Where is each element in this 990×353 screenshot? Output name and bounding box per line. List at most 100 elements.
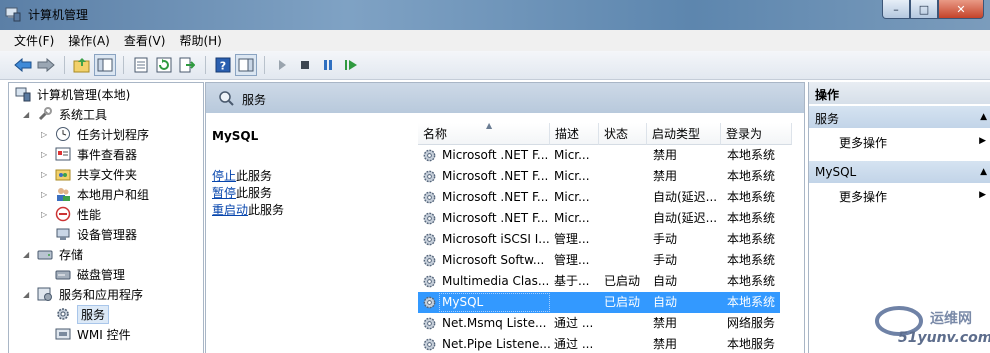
- service-startup-type-cell: 禁用: [653, 316, 678, 330]
- tree-label: 任务计划程序: [77, 127, 150, 142]
- tree-item-services[interactable]: 服务: [55, 304, 110, 324]
- table-row[interactable]: Microsoft .NET F... Micr... 自动(延迟... 本地系统: [418, 208, 780, 229]
- table-row[interactable]: Microsoft .NET F... Micr... 自动(延迟... 本地系统: [418, 187, 780, 208]
- show-hide-action-pane-icon[interactable]: [235, 54, 257, 76]
- collapsed-arrow-icon[interactable]: ▷: [41, 130, 51, 139]
- column-header-startup-type[interactable]: 启动类型: [647, 123, 721, 145]
- disk-icon: [55, 266, 71, 282]
- menu-help[interactable]: 帮助(H): [179, 32, 221, 49]
- column-header-name[interactable]: ▲ 名称: [418, 121, 550, 145]
- service-gear-icon: [423, 296, 436, 309]
- restart-service-icon[interactable]: [340, 54, 362, 76]
- storage-icon: [37, 246, 53, 262]
- minimize-button[interactable]: –: [882, 0, 910, 19]
- collapsed-arrow-icon[interactable]: ▷: [41, 190, 51, 199]
- tree-item-services-and-apps[interactable]: ◢ 服务和应用程序: [23, 284, 143, 304]
- collapse-icon[interactable]: ▲: [980, 167, 987, 177]
- services-gear-icon: [55, 306, 71, 322]
- tree-item-event-viewer[interactable]: ▷ 事件查看器: [41, 144, 137, 164]
- service-logon-cell: 本地服务: [727, 337, 776, 351]
- table-row[interactable]: MySQL 已启动 自动 本地系统: [418, 292, 780, 313]
- service-name-cell: Microsoft Softw...: [442, 253, 545, 267]
- show-hide-console-tree-icon[interactable]: [94, 54, 116, 76]
- tree-item-storage[interactable]: ◢ 存储: [23, 244, 83, 264]
- table-row[interactable]: Multimedia Clas... 基于... 已启动 自动 本地系统: [418, 271, 780, 292]
- collapsed-arrow-icon[interactable]: ▷: [41, 170, 51, 179]
- tree-item-local-users-groups[interactable]: ▷ 本地用户和组: [41, 184, 149, 204]
- service-status-cell: [604, 334, 648, 353]
- menu-action[interactable]: 操作(A): [68, 32, 110, 49]
- close-button[interactable]: ✕: [938, 0, 984, 19]
- service-logon-cell: 本地系统: [727, 169, 776, 183]
- service-description-cell: Micr...: [554, 169, 590, 183]
- submenu-arrow-icon[interactable]: ▶: [979, 190, 986, 200]
- maximize-button[interactable]: □: [910, 0, 938, 19]
- services-list: ▲ 名称 描述 状态 启动类型 登录为 Microsoft .NET F... M…: [418, 121, 794, 353]
- help-icon[interactable]: ?: [212, 54, 234, 76]
- forward-arrow-icon[interactable]: [35, 54, 57, 76]
- actions-section-mysql[interactable]: MySQL ▲: [809, 161, 990, 183]
- services-apps-icon: [37, 286, 53, 302]
- more-actions-services[interactable]: 更多操作: [839, 134, 887, 151]
- start-service-icon[interactable]: [271, 54, 293, 76]
- service-description-cell: 基于...: [554, 274, 590, 288]
- refresh-icon[interactable]: [153, 54, 175, 76]
- tree-item-device-manager[interactable]: 设备管理器: [55, 224, 137, 244]
- service-name-cell: Net.Msmq Liste...: [442, 316, 547, 330]
- properties-icon[interactable]: [130, 54, 152, 76]
- pause-service-link[interactable]: 暂停: [212, 186, 236, 200]
- stop-service-link[interactable]: 停止: [212, 169, 236, 183]
- restart-service-link[interactable]: 重启动: [212, 203, 248, 217]
- service-startup-type-cell: 禁用: [653, 148, 678, 162]
- menu-file[interactable]: 文件(F): [14, 32, 54, 49]
- service-name-cell: Net.Pipe Listene...: [442, 337, 550, 351]
- tree-label: 存储: [59, 247, 84, 262]
- submenu-arrow-icon[interactable]: ▶: [979, 136, 986, 146]
- collapse-icon[interactable]: ▲: [980, 112, 987, 122]
- tree-item-performance[interactable]: ▷ 性能: [41, 204, 101, 224]
- tree-item-task-scheduler[interactable]: ▷ 任务计划程序: [41, 124, 149, 144]
- tree-label: 设备管理器: [77, 227, 138, 242]
- tree-item-shared-folders[interactable]: ▷ 共享文件夹: [41, 164, 137, 184]
- service-logon-cell: 本地系统: [727, 274, 776, 288]
- service-name-cell: Microsoft iSCSI I...: [442, 232, 550, 246]
- tree-item-disk-management[interactable]: 磁盘管理: [55, 264, 125, 284]
- column-header-status[interactable]: 状态: [599, 123, 647, 145]
- menu-bar: 文件(F) 操作(A) 查看(V) 帮助(H): [0, 30, 990, 51]
- up-folder-icon[interactable]: [71, 54, 93, 76]
- watermark: 运维网 51yunv.com: [870, 300, 990, 353]
- pause-service-icon[interactable]: [317, 54, 339, 76]
- export-list-icon[interactable]: [176, 54, 198, 76]
- table-row[interactable]: Microsoft .NET F... Micr... 禁用 本地系统: [418, 145, 780, 166]
- back-arrow-icon[interactable]: [12, 54, 34, 76]
- table-row[interactable]: Microsoft Softw... 管理... 手动 本地系统: [418, 250, 780, 271]
- expanded-arrow-icon[interactable]: ◢: [23, 290, 33, 299]
- menu-view[interactable]: 查看(V): [124, 32, 166, 49]
- table-row[interactable]: Microsoft iSCSI I... 管理... 手动 本地系统: [418, 229, 780, 250]
- tree-label: WMI 控件: [77, 327, 131, 342]
- table-row[interactable]: Net.Pipe Listene... 通过 ... 禁用 本地服务: [418, 334, 780, 353]
- wmi-icon: [55, 326, 71, 342]
- column-label: 启动类型: [652, 127, 701, 141]
- expanded-arrow-icon[interactable]: ◢: [23, 110, 33, 119]
- column-label: 名称: [423, 127, 448, 141]
- actions-section-services[interactable]: 服务 ▲: [809, 106, 990, 128]
- collapsed-arrow-icon[interactable]: ▷: [41, 150, 51, 159]
- service-startup-type-cell: 禁用: [653, 337, 678, 351]
- watermark-line2: 51yunv.com: [898, 330, 990, 346]
- collapsed-arrow-icon[interactable]: ▷: [41, 210, 51, 219]
- table-row[interactable]: Net.Msmq Liste... 通过 ... 禁用 网络服务: [418, 313, 780, 334]
- tree-item-system-tools[interactable]: ◢ 系统工具: [23, 104, 107, 124]
- stop-service-icon[interactable]: [294, 54, 316, 76]
- table-row[interactable]: Microsoft .NET F... Micr... 禁用 本地系统: [418, 166, 780, 187]
- column-header-description[interactable]: 描述: [550, 123, 599, 145]
- column-label: 描述: [555, 127, 580, 141]
- service-gear-icon: [423, 191, 436, 204]
- service-startup-type-cell: 禁用: [653, 169, 678, 183]
- column-header-log-on-as[interactable]: 登录为: [721, 123, 792, 145]
- service-logon-cell: 本地系统: [727, 190, 776, 204]
- expanded-arrow-icon[interactable]: ◢: [23, 250, 33, 259]
- tree-root[interactable]: 计算机管理(本地): [15, 84, 130, 104]
- tree-item-wmi-control[interactable]: WMI 控件: [55, 324, 131, 344]
- more-actions-mysql[interactable]: 更多操作: [839, 188, 887, 205]
